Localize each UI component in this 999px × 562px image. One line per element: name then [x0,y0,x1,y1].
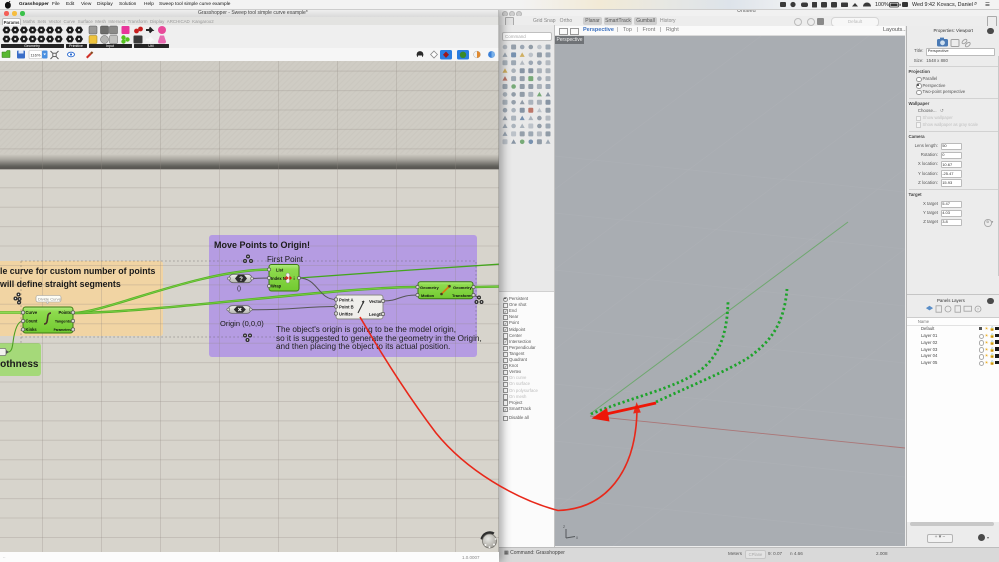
svg-text:z: z [563,524,565,529]
svg-text:Kinks: Kinks [26,327,38,332]
svg-text:Transform: Transform [452,293,472,298]
svg-text:Points: Points [58,310,71,315]
svg-text:Geometry: Geometry [420,285,439,290]
svg-text:Vector: Vector [369,299,382,304]
svg-text:x: x [576,535,579,540]
svg-text:Divide Curve: Divide Curve [38,297,62,302]
svg-text:(): () [237,286,241,292]
svg-text:Geometry: Geometry [453,285,472,290]
svg-text:Index N: Index N [271,276,286,281]
svg-text:Parameters: Parameters [54,328,72,332]
svg-text:Unitize: Unitize [339,312,353,317]
svg-text:?: ? [239,277,243,283]
svg-text:List: List [276,268,284,273]
svg-text:Motion: Motion [421,293,435,298]
svg-text:Curve: Curve [26,310,38,315]
svg-text:Wrap: Wrap [271,284,282,289]
svg-text:Tangents: Tangents [55,320,71,324]
svg-text:Point B: Point B [339,305,354,310]
svg-text:116%: 116% [31,53,41,58]
svg-text:?: ? [977,307,980,312]
svg-text:i: i [294,276,295,281]
svg-text:Point A: Point A [339,298,354,303]
svg-text:Count: Count [26,319,38,324]
